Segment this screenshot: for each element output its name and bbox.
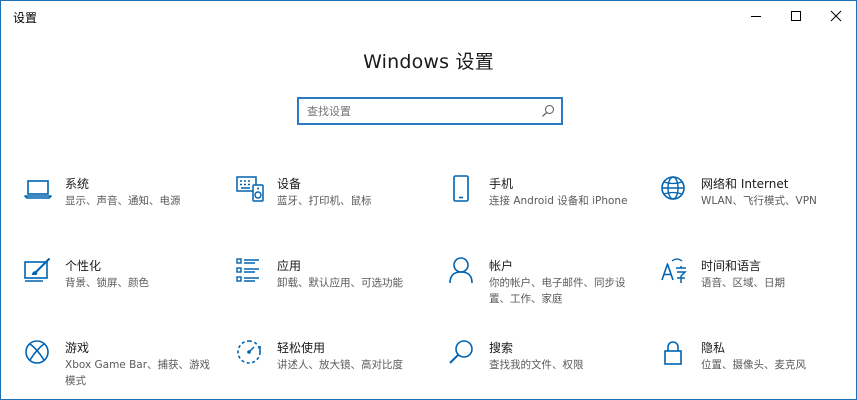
tile-label: 系统	[65, 177, 90, 191]
tile-system[interactable]: 系统 显示、声音、通知、电源	[23, 174, 213, 234]
tile-devices[interactable]: 设备 蓝牙、打印机、鼠标	[235, 174, 425, 234]
search-box[interactable]	[297, 97, 563, 125]
language-clock-icon	[661, 258, 687, 283]
tile-description: WLAN、飞行模式、VPN	[701, 195, 817, 207]
laptop-icon	[24, 180, 52, 199]
settings-window: 设置 Windows 设置 查找设置 系统 显示、声音、通知、电源 设备 蓝牙、…	[0, 0, 857, 400]
search-input[interactable]	[299, 99, 537, 123]
lock-icon	[664, 341, 682, 365]
maximize-button[interactable]	[776, 1, 816, 31]
magnifier-icon	[449, 340, 473, 364]
tile-accounts[interactable]: 帐户 你的帐户、电子邮件、同步设置、工作、家庭	[447, 256, 637, 316]
tile-description: 你的帐户、电子邮件、同步设置、工作、家庭	[489, 277, 626, 305]
window-controls	[736, 1, 856, 31]
window-title: 设置	[13, 11, 38, 25]
close-button[interactable]	[816, 1, 856, 31]
tile-label: 搜索	[489, 341, 514, 355]
keyboard-speaker-icon	[236, 176, 264, 202]
maximize-icon	[791, 11, 801, 21]
tile-description: Xbox Game Bar、捕获、游戏模式	[65, 359, 211, 387]
apps-list-icon	[236, 258, 259, 282]
tile-label: 游戏	[65, 341, 90, 355]
globe-icon	[661, 176, 685, 200]
tile-description: 卸载、默认应用、可选功能	[277, 277, 403, 289]
person-icon	[449, 257, 473, 284]
phone-icon	[453, 175, 469, 202]
tile-label: 个性化	[65, 259, 102, 273]
tile-description: 讲述人、放大镜、高对比度	[277, 359, 403, 371]
tile-ease-of-access[interactable]: 轻松使用 讲述人、放大镜、高对比度	[235, 338, 425, 398]
minimize-button[interactable]	[736, 1, 776, 31]
tile-description: 语音、区域、日期	[701, 277, 785, 289]
tile-label: 手机	[489, 177, 514, 191]
tile-phone[interactable]: 手机 连接 Android 设备和 iPhone	[447, 174, 637, 234]
minimize-icon	[751, 16, 761, 17]
search-icon[interactable]	[541, 104, 555, 118]
tile-label: 帐户	[489, 259, 514, 273]
tile-description: 查找我的文件、权限	[489, 359, 584, 371]
close-icon	[830, 10, 842, 22]
tile-personalization[interactable]: 个性化 背景、锁屏、颜色	[23, 256, 213, 316]
tile-gaming[interactable]: 游戏 Xbox Game Bar、捕获、游戏模式	[23, 338, 213, 398]
tile-privacy[interactable]: 隐私 位置、摄像头、麦克风	[659, 338, 849, 398]
tile-label: 网络和 Internet	[701, 177, 789, 191]
tile-label: 设备	[277, 177, 302, 191]
tile-description: 显示、声音、通知、电源	[65, 195, 181, 207]
tile-network[interactable]: 网络和 Internet WLAN、飞行模式、VPN	[659, 174, 849, 234]
tile-label: 时间和语言	[701, 259, 762, 273]
page-title: Windows 设置	[363, 51, 494, 73]
tile-search[interactable]: 搜索 查找我的文件、权限	[447, 338, 637, 398]
ease-of-access-icon	[237, 340, 261, 364]
tile-label: 轻松使用	[277, 341, 326, 355]
tile-time-language[interactable]: 时间和语言 语音、区域、日期	[659, 256, 849, 316]
tile-apps[interactable]: 应用 卸载、默认应用、可选功能	[235, 256, 425, 316]
tile-description: 背景、锁屏、颜色	[65, 277, 149, 289]
tile-label: 应用	[277, 259, 302, 273]
paint-brush-icon	[24, 258, 50, 282]
tile-description: 位置、摄像头、麦克风	[701, 359, 806, 371]
xbox-icon	[25, 340, 49, 364]
tile-description: 连接 Android 设备和 iPhone	[489, 195, 628, 207]
tile-label: 隐私	[701, 341, 726, 355]
title-bar[interactable]: 设置	[1, 1, 856, 31]
tile-description: 蓝牙、打印机、鼠标	[277, 195, 372, 207]
